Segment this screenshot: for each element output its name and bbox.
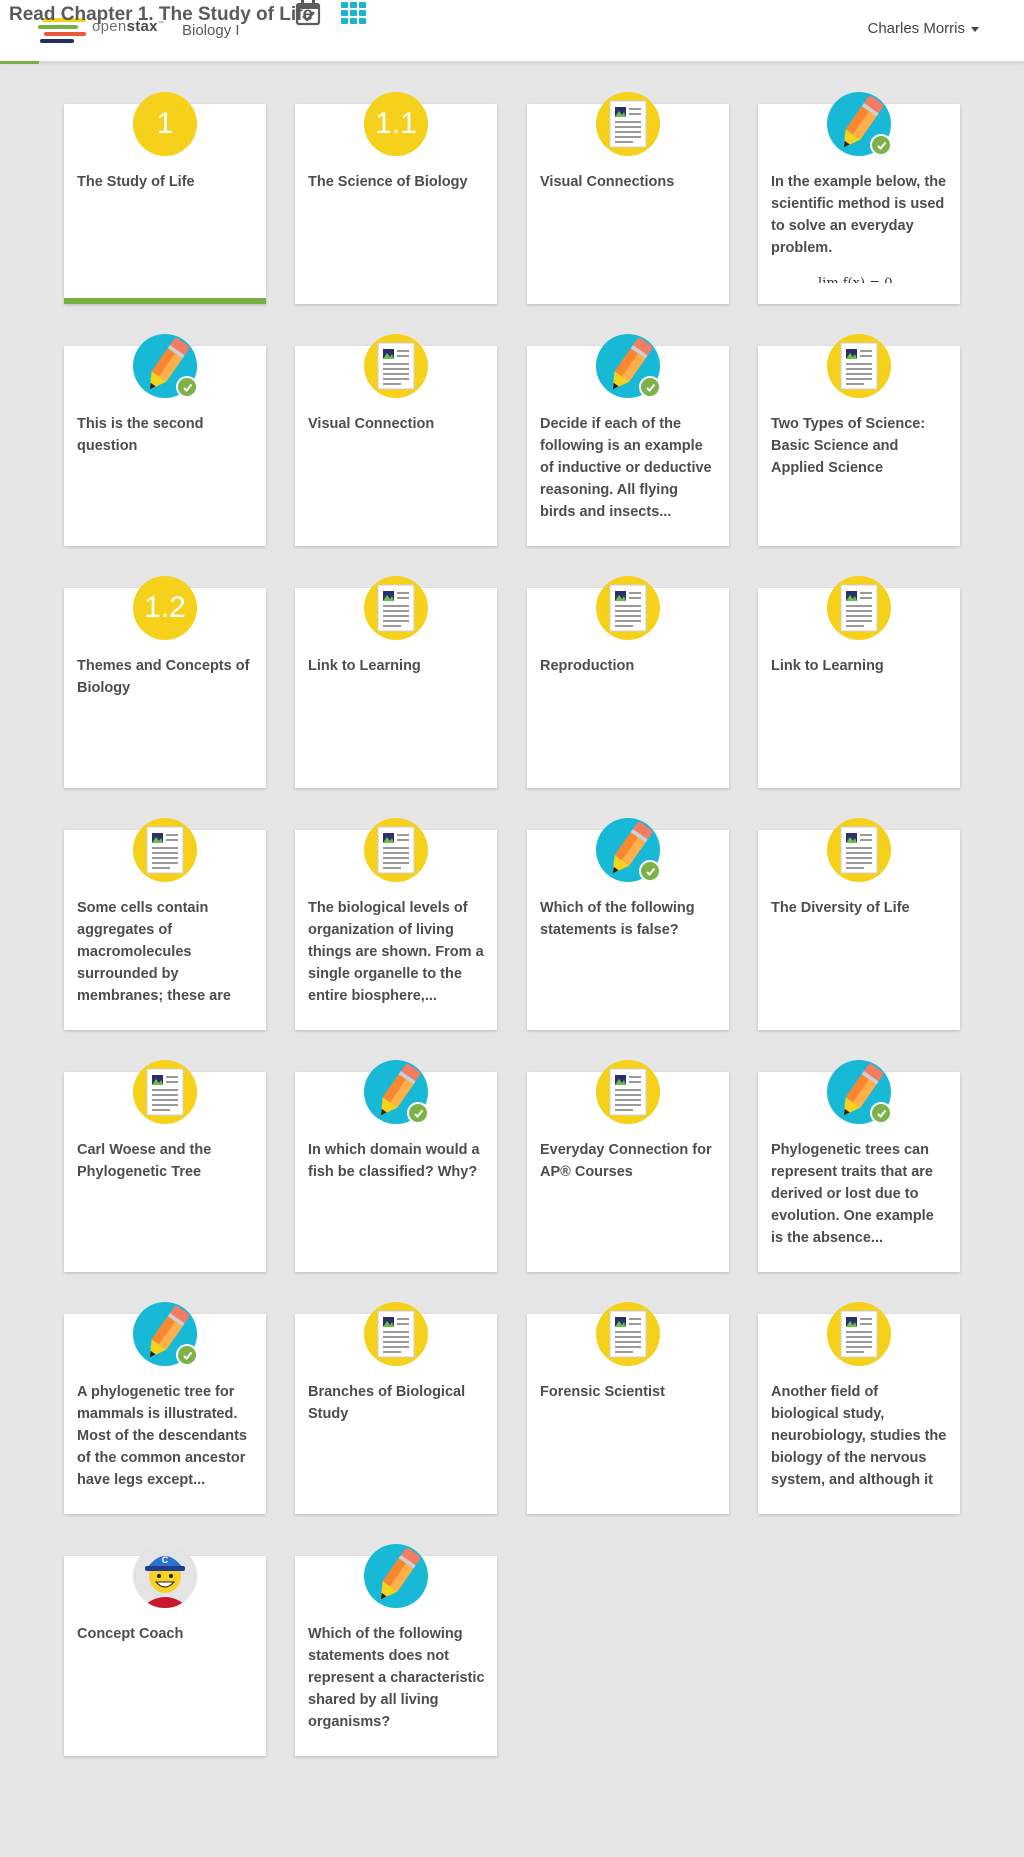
exercise-badge: [133, 334, 198, 398]
pencil-icon: [380, 1548, 421, 1600]
reading-badge: [596, 1060, 660, 1124]
reading-badge: [596, 576, 660, 640]
exercise-badge: [364, 1544, 428, 1608]
reading-badge: [364, 334, 428, 398]
completed-check-icon: [639, 376, 661, 398]
card-title: The Diversity of Life: [771, 900, 910, 916]
card-title: A phylogenetic tree for mammals is illus…: [77, 1384, 247, 1488]
exercise-badge: [364, 1060, 429, 1124]
reading-badge: [596, 92, 660, 156]
card-title: This is the second question: [77, 416, 204, 454]
current-step-indicator: [64, 298, 266, 304]
section-number: 1.2: [144, 591, 186, 624]
document-icon: [146, 1068, 184, 1116]
card-title: Branches of Biological Study: [308, 1384, 466, 1422]
document-icon: [609, 1310, 647, 1358]
document-icon: [840, 826, 878, 874]
completed-check-icon: [176, 376, 198, 398]
reading-progress-fill: [0, 61, 39, 64]
reading-badge: [596, 1302, 660, 1366]
card-title: In which domain would a fish be classifi…: [308, 1142, 480, 1180]
card-title: Link to Learning: [771, 658, 884, 674]
document-icon: [609, 100, 647, 148]
card-title: The biological levels of organization of…: [308, 900, 484, 1004]
completed-check-icon: [407, 1102, 429, 1124]
document-icon: [377, 1310, 415, 1358]
user-menu-dropdown[interactable]: Charles Morris: [867, 20, 979, 37]
reading-badge: [364, 1302, 428, 1366]
completed-check-icon: [639, 860, 661, 882]
completed-check-icon: [176, 1344, 198, 1366]
section-number-badge: 1: [133, 92, 197, 156]
reading-badge: [827, 576, 891, 640]
card-title: Link to Learning: [308, 658, 421, 674]
card-title: Forensic Scientist: [540, 1384, 665, 1400]
document-icon: [840, 584, 878, 632]
reading-badge: [827, 1302, 891, 1366]
document-icon: [146, 826, 184, 874]
document-icon: [840, 342, 878, 390]
document-icon: [377, 584, 415, 632]
card-fade: [758, 283, 960, 304]
card-title: Which of the following statements does n…: [308, 1626, 485, 1730]
reading-badge: [827, 334, 891, 398]
document-icon: [377, 826, 415, 874]
user-name: Charles Morris: [867, 20, 965, 37]
card-title: The Study of Life: [77, 174, 195, 190]
card-title: In the example below, the scientific met…: [771, 174, 947, 256]
svg-text:C: C: [162, 1555, 169, 1565]
completed-check-icon: [870, 1102, 892, 1124]
card-title: Visual Connections: [540, 174, 675, 190]
reading-badge: [364, 818, 428, 882]
reading-badge: [133, 818, 197, 882]
exercise-badge: [596, 334, 661, 398]
exercise-badge: [133, 1302, 198, 1366]
card-title: Reproduction: [540, 658, 635, 674]
top-navbar: openstax™ Read Chapter 1. The Study of L…: [0, 0, 1024, 64]
section-number: 1: [156, 107, 174, 140]
card-title: Everyday Connection for AP® Courses: [540, 1142, 712, 1180]
page-title: Read Chapter 1. The Study of Life: [9, 4, 314, 25]
card-title: Two Types of Science: Basic Science and …: [771, 416, 926, 476]
exercise-badge: [827, 92, 892, 156]
concept-coach-badge: C: [133, 1544, 197, 1608]
document-icon: [609, 584, 647, 632]
exercise-badge: [827, 1060, 892, 1124]
card-title: Visual Connection: [308, 416, 435, 432]
completed-check-icon: [870, 134, 892, 156]
card-title: Which of the following statements is fal…: [540, 900, 695, 938]
reading-badge: [133, 1060, 197, 1124]
card-title: Some cells contain aggregates of macromo…: [77, 900, 231, 1004]
card-title: The Science of Biology: [308, 174, 468, 190]
reading-progress-bar: [0, 61, 1024, 64]
card-title: Another field of biological study, neuro…: [771, 1384, 947, 1488]
card-title: Decide if each of the following is an ex…: [540, 416, 712, 520]
concept-coach-mascot-icon: C: [133, 1544, 197, 1608]
card-title: Phylogenetic trees can represent traits …: [771, 1142, 934, 1246]
card-title: Concept Coach: [77, 1626, 184, 1642]
document-icon: [377, 342, 415, 390]
reading-badge: [364, 576, 428, 640]
section-number-badge: 1.2: [133, 576, 197, 640]
document-icon: [609, 1068, 647, 1116]
section-number: 1.1: [375, 107, 417, 140]
card-title: Carl Woese and the Phylogenetic Tree: [77, 1142, 212, 1180]
card-title: Themes and Concepts of Biology: [77, 658, 250, 696]
section-number-badge: 1.1: [364, 92, 428, 156]
caret-down-icon: [971, 26, 979, 32]
document-icon: [840, 1310, 878, 1358]
exercise-badge: [596, 818, 661, 882]
reading-badge: [827, 818, 891, 882]
dashboard-grid-icon[interactable]: [341, 2, 367, 24]
